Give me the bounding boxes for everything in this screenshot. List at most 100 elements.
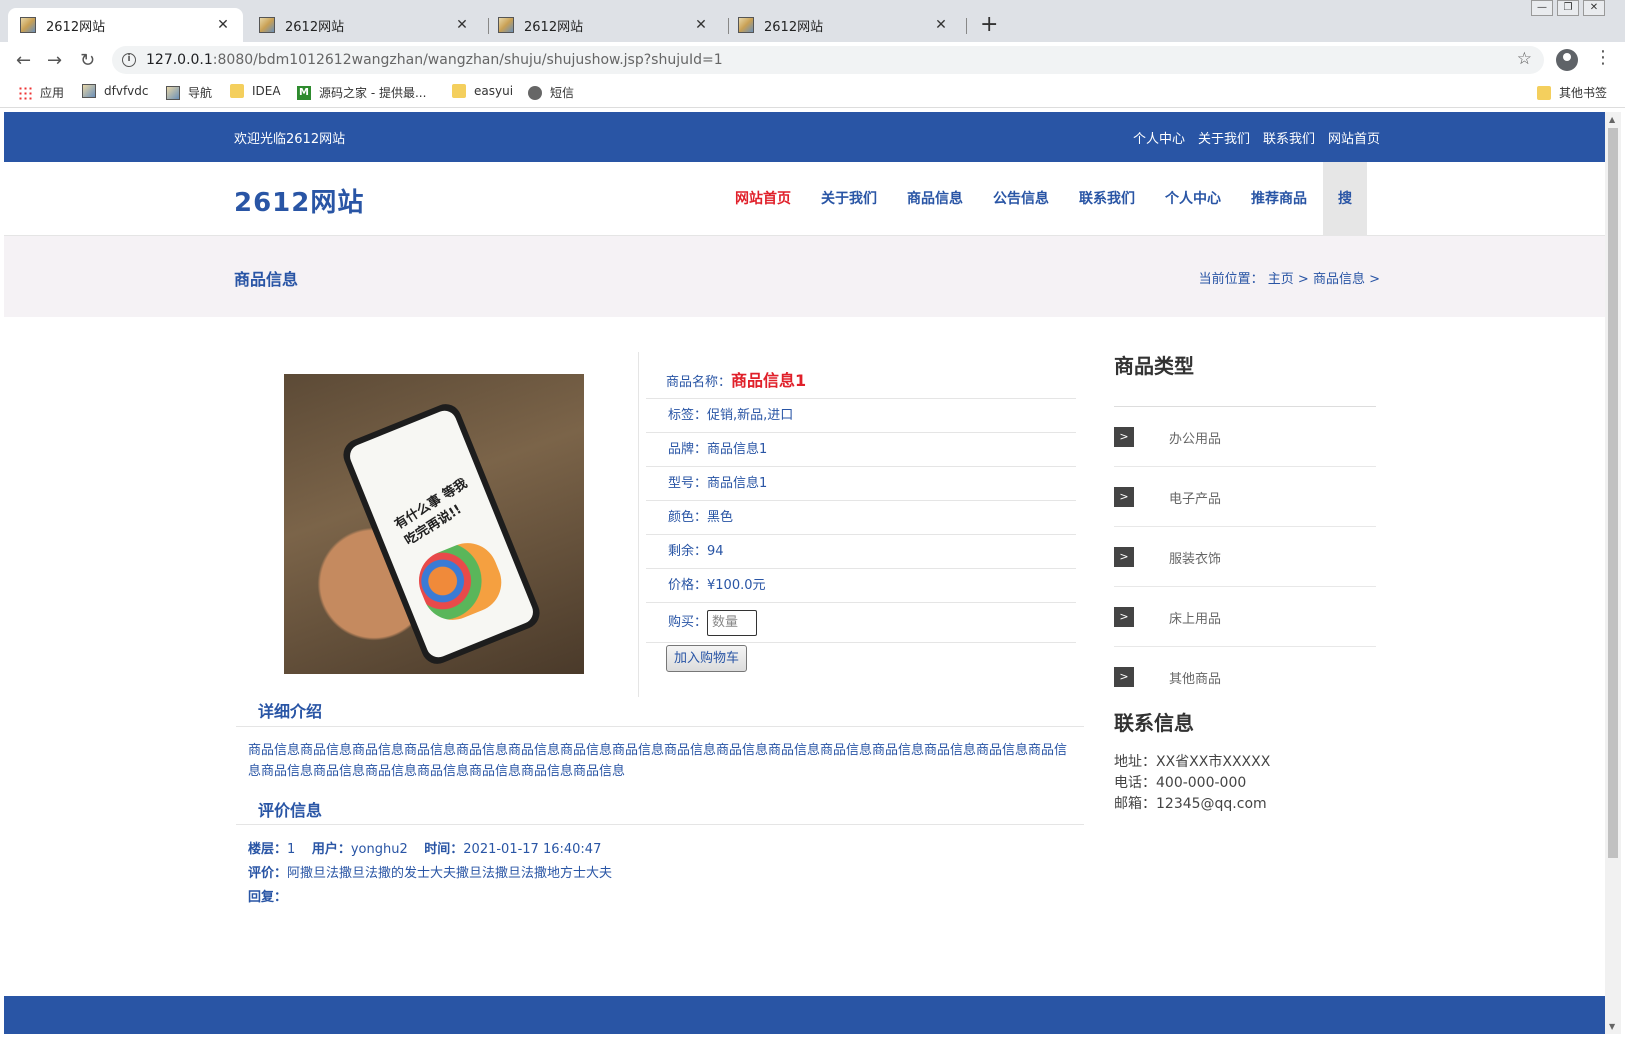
bookmark-folder[interactable]: IDEA: [230, 84, 281, 98]
section-divider: [236, 726, 1084, 727]
contact-phone: 电话：400-000-000: [1114, 775, 1247, 791]
reviews-section-title: 评价信息: [258, 801, 323, 820]
nav-about[interactable]: 关于我们: [806, 162, 892, 236]
folder-icon: [1537, 85, 1551, 100]
browser-tab[interactable]: 2612网站 ✕: [726, 8, 961, 42]
browser-tab[interactable]: 2612网站 ✕: [247, 8, 482, 42]
reply-label: 回复：: [248, 890, 288, 905]
address-toolbar: ← → ↻ i 127.0.0.1:8080/bdm1012612wangzha…: [0, 42, 1625, 78]
welcome-text: 欢迎光临2612网站: [234, 132, 346, 147]
chevron-right-icon: >: [1114, 547, 1134, 567]
minimize-icon[interactable]: —: [1531, 0, 1553, 16]
scrollbar-thumb[interactable]: [1608, 128, 1618, 858]
product-name-label: 商品名称：: [666, 375, 732, 390]
nav-products[interactable]: 商品信息: [892, 162, 978, 236]
comment-label: 评价：: [248, 866, 288, 881]
url-path: :8080/bdm1012612wangzhan/wangzhan/shuju/…: [212, 52, 723, 68]
page-title: 商品信息: [234, 270, 299, 289]
image-icon: [166, 85, 180, 100]
site-footer: [4, 996, 1605, 1034]
breadcrumb[interactable]: 当前位置： 主页 > 商品信息 >: [1199, 268, 1380, 287]
user-label: 用户：: [311, 842, 351, 857]
review-comment: 评价：阿撒旦法撒旦法撒的发士大夫撒旦法撒旦法撒地方士大夫: [248, 862, 612, 881]
reload-icon[interactable]: ↻: [80, 50, 95, 71]
address-bar[interactable]: i 127.0.0.1:8080/bdm1012612wangzhan/wang…: [112, 46, 1544, 74]
browser-menu-icon[interactable]: ⋮: [1594, 47, 1612, 68]
globe-icon: [528, 85, 542, 100]
phone-screen: 有什么事 等我吃完再说!!: [346, 407, 537, 661]
profile-avatar-icon[interactable]: [1556, 49, 1578, 71]
product-image: 有什么事 等我吃完再说!!: [284, 374, 584, 674]
site-header: 2612网站 网站首页 关于我们 商品信息 公告信息 联系我们 个人中心 推荐商…: [4, 162, 1605, 236]
comment-value: 阿撒旦法撒旦法撒的发士大夫撒旦法撒旦法撒地方士大夫: [287, 866, 613, 881]
category-label: 办公用品: [1169, 432, 1222, 447]
category-item[interactable]: > 床上用品: [1114, 587, 1376, 647]
category-item[interactable]: > 电子产品: [1114, 467, 1376, 527]
chevron-right-icon: >: [1114, 607, 1134, 627]
toplink-personal-center[interactable]: 个人中心: [1133, 128, 1185, 147]
close-tab-icon[interactable]: ✕: [933, 17, 949, 33]
page-scrollbar[interactable]: ▲ ▼: [1605, 112, 1621, 1034]
vertical-divider: [638, 352, 639, 697]
tab-title: 2612网站: [764, 19, 824, 35]
category-item[interactable]: > 办公用品: [1114, 407, 1376, 467]
toplink-about[interactable]: 关于我们: [1198, 128, 1250, 147]
product-model: 型号：商品信息1: [646, 467, 1076, 501]
bookmark-label: 应用: [40, 86, 65, 100]
phone-app-icons: [409, 534, 511, 629]
site-info-icon[interactable]: i: [122, 53, 136, 67]
browser-tab-strip: 2612网站 ✕ 2612网站 ✕ 2612网站 ✕ 2612网站 ✕ + — …: [0, 0, 1625, 42]
browser-tab[interactable]: 2612网站 ✕: [8, 8, 243, 42]
url-text: 127.0.0.1:8080/bdm1012612wangzhan/wangzh…: [146, 52, 723, 68]
tab-title: 2612网站: [46, 19, 106, 35]
close-tab-icon[interactable]: ✕: [693, 17, 709, 33]
category-title: 商品类型: [1114, 354, 1194, 378]
close-tab-icon[interactable]: ✕: [215, 17, 231, 33]
phone-caption: 有什么事 等我吃完再说!!: [392, 476, 471, 549]
floor-label: 楼层：: [248, 842, 288, 857]
back-arrow-icon[interactable]: ←: [16, 50, 31, 71]
scroll-up-icon[interactable]: ▲: [1609, 115, 1615, 124]
bookmark-item[interactable]: 导航: [166, 84, 212, 101]
add-to-cart-button[interactable]: 加入购物车: [666, 645, 748, 672]
browser-tab[interactable]: 2612网站 ✕: [486, 8, 721, 42]
page-viewport: 欢迎光临2612网站 个人中心 关于我们 联系我们 网站首页 2612网站 网站…: [4, 112, 1605, 1034]
top-links: 个人中心 关于我们 联系我们 网站首页: [1133, 128, 1380, 147]
product-info-list: 商品名称：商品信息1 标签：促销,新品,进口 品牌：商品信息1 型号：商品信息1…: [646, 362, 1076, 672]
breadcrumb-bar: 商品信息 当前位置： 主页 > 商品信息 >: [4, 236, 1605, 317]
scroll-down-icon[interactable]: ▼: [1609, 1022, 1615, 1031]
category-item[interactable]: > 服装衣饰: [1114, 527, 1376, 587]
nav-recommended[interactable]: 推荐商品: [1236, 162, 1322, 236]
bookmark-folder[interactable]: easyui: [452, 84, 513, 98]
time-label: 时间：: [424, 842, 464, 857]
tab-separator: [966, 18, 967, 34]
close-tab-icon[interactable]: ✕: [454, 17, 470, 33]
toplink-home[interactable]: 网站首页: [1328, 128, 1380, 147]
chevron-right-icon: >: [1114, 427, 1134, 447]
search-button[interactable]: 搜: [1323, 162, 1367, 236]
toplink-contact[interactable]: 联系我们: [1263, 128, 1315, 147]
time-value: 2021-01-17 16:40:47: [463, 842, 602, 857]
bookmark-star-icon[interactable]: ☆: [1517, 49, 1532, 69]
nav-personal-center[interactable]: 个人中心: [1150, 162, 1236, 236]
maximize-icon[interactable]: ❐: [1557, 0, 1579, 16]
bookmark-item[interactable]: 短信: [528, 84, 574, 101]
nav-notices[interactable]: 公告信息: [978, 162, 1064, 236]
category-item[interactable]: > 其他商品: [1114, 647, 1376, 707]
folder-icon: [230, 84, 244, 98]
nav-contact[interactable]: 联系我们: [1064, 162, 1150, 236]
new-tab-button[interactable]: +: [980, 12, 998, 37]
category-label: 电子产品: [1169, 492, 1222, 507]
other-bookmarks-folder[interactable]: 其他书签: [1537, 84, 1607, 101]
category-label: 服装衣饰: [1169, 552, 1222, 567]
close-window-icon[interactable]: ✕: [1583, 0, 1605, 16]
forward-arrow-icon[interactable]: →: [47, 50, 62, 71]
site-logo[interactable]: 2612网站: [234, 182, 364, 219]
bookmark-apps[interactable]: 应用: [18, 84, 64, 101]
bookmark-item[interactable]: M 源码之家 - 提供最...: [297, 84, 426, 101]
quantity-input[interactable]: 数量: [707, 609, 758, 636]
product-color: 颜色：黑色: [646, 501, 1076, 535]
nav-home[interactable]: 网站首页: [720, 162, 806, 236]
bookmark-item[interactable]: dfvfvdc: [82, 84, 148, 98]
category-label: 床上用品: [1169, 612, 1222, 627]
